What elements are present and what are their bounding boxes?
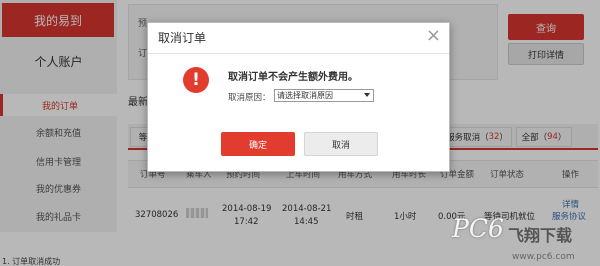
cancel-reason-label: 取消原因： xyxy=(228,93,271,103)
dialog-divider xyxy=(148,53,449,54)
watermark-cn: 飞翔下载 xyxy=(508,226,573,245)
cancel-reason-select[interactable]: 请选择取消原因 xyxy=(274,89,374,102)
watermark-brand: PC6 xyxy=(452,214,504,243)
confirm-button[interactable]: 确定 xyxy=(221,132,295,156)
warning-icon: ! xyxy=(183,67,209,93)
close-icon[interactable]: × xyxy=(426,25,441,47)
cancel-order-dialog: 取消订单 × ! 取消订单不会产生额外费用。 取消原因： 请选择取消原因 确定 … xyxy=(147,22,450,172)
chevron-down-icon xyxy=(364,93,370,97)
cancel-reason-value: 请选择取消原因 xyxy=(277,91,333,100)
dialog-title: 取消订单 xyxy=(158,31,207,45)
dialog-message: 取消订单不会产生额外费用。 xyxy=(228,72,358,83)
cancel-button[interactable]: 取消 xyxy=(304,132,378,156)
watermark-logo: PC6 飞翔下载 www.pc6.com xyxy=(452,214,598,266)
watermark-url: www.pc6.com xyxy=(512,252,575,262)
